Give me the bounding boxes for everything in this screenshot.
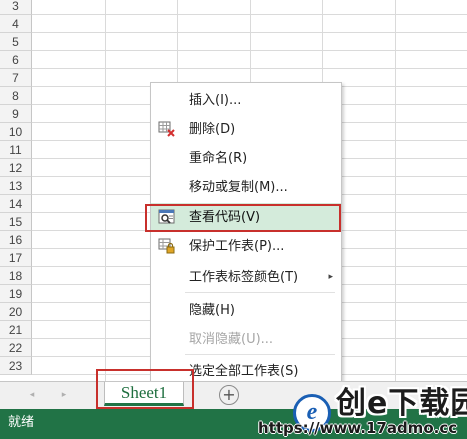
watermark-title: 创e下载园: [336, 386, 467, 421]
row-header[interactable]: 16: [0, 231, 32, 249]
row-header[interactable]: 20: [0, 303, 32, 321]
row-header[interactable]: 4: [0, 15, 32, 33]
grid-row[interactable]: 6: [0, 51, 467, 69]
row-header[interactable]: 22: [0, 339, 32, 357]
grid-row[interactable]: 5: [0, 33, 467, 51]
row-header[interactable]: 17: [0, 249, 32, 267]
grid-row[interactable]: 3: [0, 0, 467, 15]
menu-item-4[interactable]: 移动或复制(M)...: [151, 173, 341, 202]
menu-item-label: 取消隐藏(U)...: [189, 332, 274, 347]
row-header[interactable]: 15: [0, 213, 32, 231]
menu-item-5[interactable]: 查看代码(V): [151, 203, 341, 232]
sheet-tab-context-menu: 插入(I)... 删除(D) 重命名(R) 移动或复制(M)... 查看代码(V) 保护工…: [150, 82, 342, 386]
add-sheet-button[interactable]: +: [219, 385, 239, 405]
protect-sheet-icon: [158, 238, 176, 255]
row-header[interactable]: 23: [0, 357, 32, 375]
row-header[interactable]: 14: [0, 195, 32, 213]
menu-separator: [185, 292, 335, 293]
row-header[interactable]: 6: [0, 51, 32, 69]
menu-item-label: 重命名(R): [189, 151, 248, 166]
sheet-tab-sheet1[interactable]: Sheet1: [104, 382, 184, 406]
menu-item-6[interactable]: 保护工作表(P)...: [151, 232, 341, 261]
menu-item-7[interactable]: 工作表标签颜色(T) ▸: [151, 263, 341, 292]
menu-item-1[interactable]: 插入(I)...: [151, 86, 341, 115]
scroll-tabs-left-icon[interactable]: ◂: [24, 382, 40, 409]
menu-item-8[interactable]: 隐藏(H): [151, 296, 341, 325]
menu-item-label: 保护工作表(P)...: [189, 239, 285, 254]
view-code-icon: [158, 209, 176, 226]
menu-item-label: 隐藏(H): [189, 303, 235, 318]
menu-item-label: 工作表标签颜色(T): [189, 270, 299, 285]
row-header[interactable]: 3: [0, 0, 32, 15]
menu-item-label: 插入(I)...: [189, 93, 242, 108]
row-header[interactable]: 12: [0, 159, 32, 177]
row-header[interactable]: 9: [0, 105, 32, 123]
row-header[interactable]: 13: [0, 177, 32, 195]
row-header[interactable]: 11: [0, 141, 32, 159]
row-header[interactable]: 7: [0, 69, 32, 87]
menu-item-label: 查看代码(V): [189, 210, 261, 225]
menu-item-9: 取消隐藏(U)...: [151, 325, 341, 354]
menu-item-label: 移动或复制(M)...: [189, 180, 288, 195]
submenu-arrow-icon: ▸: [328, 272, 333, 282]
row-header[interactable]: 10: [0, 123, 32, 141]
watermark-url: https://www.17admo.cc: [258, 419, 458, 437]
scroll-tabs-right-icon[interactable]: ▸: [56, 382, 72, 409]
row-header[interactable]: 18: [0, 267, 32, 285]
menu-item-2[interactable]: 删除(D): [151, 115, 341, 144]
row-header[interactable]: 5: [0, 33, 32, 51]
column-gridline: [395, 0, 396, 381]
menu-item-3[interactable]: 重命名(R): [151, 144, 341, 173]
menu-item-label: 删除(D): [189, 122, 236, 137]
status-text: 就绪: [8, 415, 35, 430]
row-header[interactable]: 8: [0, 87, 32, 105]
row-header[interactable]: 19: [0, 285, 32, 303]
grid-row[interactable]: 4: [0, 15, 467, 33]
column-gridline: [105, 0, 106, 381]
delete-sheet-icon: [158, 121, 176, 138]
menu-separator: [185, 354, 335, 355]
row-header[interactable]: 21: [0, 321, 32, 339]
